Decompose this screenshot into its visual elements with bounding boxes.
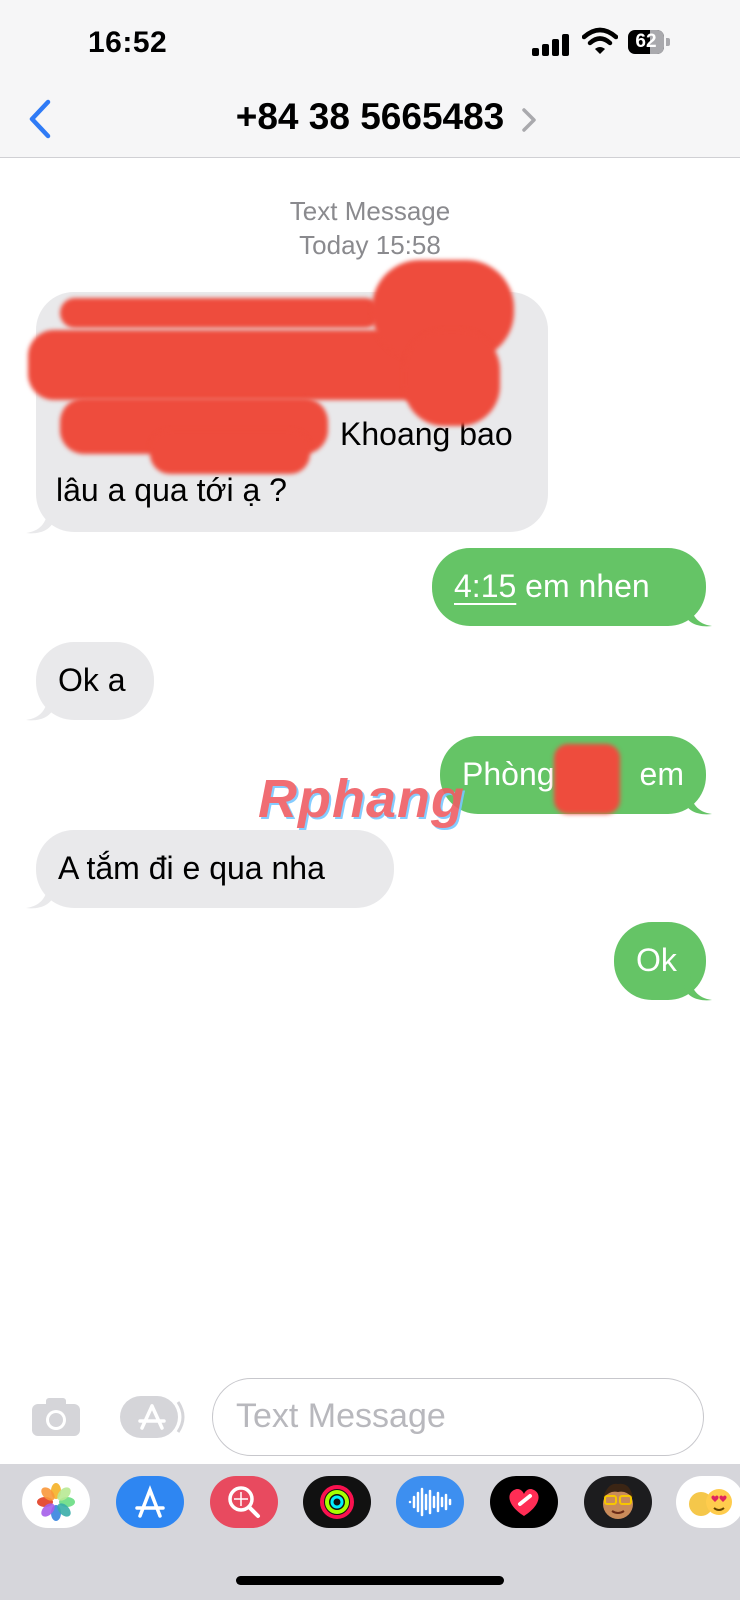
app-store-icon[interactable]	[116, 1476, 184, 1528]
message-text: Ok	[636, 942, 677, 978]
cellular-signal-icon	[532, 32, 572, 56]
photos-app-icon[interactable]	[22, 1476, 90, 1528]
bubble-tail	[684, 786, 712, 815]
message-input-placeholder: Text Message	[236, 1397, 446, 1435]
app-store-button-icon[interactable]	[118, 1394, 186, 1440]
camera-icon[interactable]	[30, 1396, 82, 1438]
time-link[interactable]: 4:15	[454, 568, 516, 604]
bubble-tail	[26, 880, 54, 909]
bubble-tail	[26, 692, 54, 721]
message-text: A tắm đi e qua nha	[58, 850, 325, 886]
message-text: em nhen	[516, 568, 650, 604]
memoji-icon[interactable]	[584, 1476, 652, 1528]
redaction-mark	[554, 744, 620, 814]
redaction-mark	[150, 430, 310, 474]
redaction-mark	[60, 298, 380, 328]
voice-memos-icon[interactable]	[396, 1476, 464, 1528]
chevron-right-icon[interactable]	[520, 106, 538, 134]
wifi-icon	[582, 27, 618, 54]
activity-icon[interactable]	[303, 1476, 371, 1528]
battery-icon: 62	[628, 30, 672, 54]
status-time: 16:52	[88, 26, 168, 59]
message-text-fragment: em	[639, 756, 684, 792]
contact-title[interactable]: +84 38 5665483	[160, 96, 580, 138]
digital-touch-icon[interactable]	[490, 1476, 558, 1528]
outgoing-message-bubble[interactable]: 4:15 em nhen	[432, 548, 706, 626]
animoji-icon[interactable]	[676, 1476, 740, 1528]
bubble-tail	[26, 505, 54, 534]
message-text: Ok a	[58, 662, 126, 698]
search-images-icon[interactable]	[210, 1476, 278, 1528]
bubble-tail	[684, 598, 712, 627]
battery-level: 62	[635, 31, 657, 52]
thread-timestamp: Today 15:58	[299, 230, 441, 260]
service-label: Text Message	[289, 196, 451, 226]
message-text-fragment: Phòng	[462, 756, 555, 792]
back-chevron-icon[interactable]	[26, 98, 54, 140]
redaction-mark	[404, 330, 500, 426]
incoming-message-bubble[interactable]: A tắm đi e qua nha	[36, 830, 394, 908]
home-indicator[interactable]	[236, 1576, 504, 1585]
bubble-tail	[684, 972, 712, 1001]
watermark: Rphang	[258, 769, 465, 829]
